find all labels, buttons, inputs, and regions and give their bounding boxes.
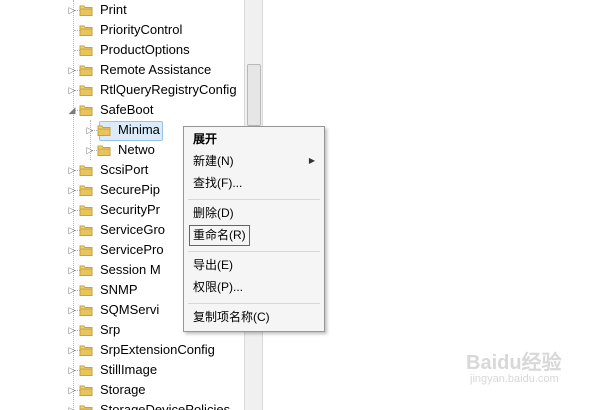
folder-icon — [79, 163, 93, 177]
scrollbar-thumb[interactable] — [247, 64, 261, 126]
expand-arrow-icon[interactable]: ▷ — [84, 140, 96, 160]
menu-item-copy-key-name-label: 复制项名称(C) — [193, 310, 270, 324]
tree-item-label: Netwo — [118, 142, 155, 157]
folder-icon — [79, 323, 93, 337]
menu-separator — [188, 251, 320, 252]
folder-icon — [79, 23, 93, 37]
menu-item-permissions-label: 权限(P)... — [193, 280, 243, 294]
tree-item[interactable]: ◢ SafeBoot — [0, 100, 244, 120]
folder-icon — [79, 63, 93, 77]
expand-arrow-icon[interactable]: ▷ — [66, 240, 78, 260]
tree-item[interactable]: ▷ Print — [0, 0, 244, 20]
menu-separator — [188, 199, 320, 200]
menu-item-copy-key-name[interactable]: 复制项名称(C) — [184, 306, 324, 328]
folder-icon — [79, 343, 93, 357]
tree-item-label: ServicePro — [100, 242, 164, 257]
folder-icon — [79, 303, 93, 317]
expand-arrow-icon[interactable]: ▷ — [66, 160, 78, 180]
tree-item-label: RtlQueryRegistryConfig — [100, 82, 237, 97]
expand-arrow-icon[interactable]: ▷ — [66, 300, 78, 320]
expand-arrow-icon[interactable]: ▷ — [66, 220, 78, 240]
folder-icon — [97, 123, 111, 137]
expand-arrow-icon[interactable]: ▷ — [66, 200, 78, 220]
tree-item-label: ProductOptions — [100, 42, 190, 57]
watermark-url: jingyan.baidu.com — [470, 373, 559, 385]
menu-separator — [188, 303, 320, 304]
menu-item-new-label: 新建(N) — [193, 154, 234, 168]
tree-item[interactable]: ▷ StorageDevicePolicies — [0, 400, 244, 410]
tree-item-label: SafeBoot — [100, 102, 154, 117]
tree-item-label: Storage — [100, 382, 146, 397]
expand-arrow-icon[interactable]: ▷ — [66, 400, 78, 410]
tree-item-label: SrpExtensionConfig — [100, 342, 215, 357]
tree-item-label: Remote Assistance — [100, 62, 212, 77]
folder-icon — [79, 383, 93, 397]
folder-icon — [79, 183, 93, 197]
tree-item-label: SNMP — [100, 282, 138, 297]
expand-arrow-icon[interactable]: ▷ — [66, 0, 78, 20]
tree-item[interactable]: ▷ StillImage — [0, 360, 244, 380]
folder-icon — [79, 43, 93, 57]
watermark-logo: Baidu经验 — [466, 352, 562, 374]
tree-item-label: Session M — [100, 262, 161, 277]
menu-item-find-label: 查找(F)... — [193, 176, 243, 190]
expand-arrow-icon[interactable]: ▷ — [66, 260, 78, 280]
folder-icon — [79, 403, 93, 410]
tree-item[interactable]: ▷ Storage — [0, 380, 244, 400]
folder-icon — [79, 363, 93, 377]
expand-arrow-icon[interactable]: ▷ — [66, 60, 78, 80]
expand-arrow-icon[interactable]: ▷ — [66, 360, 78, 380]
folder-icon — [79, 3, 93, 17]
collapse-arrow-icon[interactable]: ◢ — [66, 100, 78, 120]
expand-arrow-icon[interactable]: ▷ — [66, 340, 78, 360]
tree-item-label: PriorityControl — [100, 22, 183, 37]
folder-icon — [79, 203, 93, 217]
menu-item-export-label: 导出(E) — [193, 258, 233, 272]
menu-item-rename-label: 重命名(R) — [193, 228, 246, 242]
menu-item-delete-label: 删除(D) — [193, 206, 234, 220]
expand-arrow-icon[interactable]: ▷ — [66, 180, 78, 200]
folder-icon — [79, 283, 93, 297]
menu-item-rename[interactable]: 重命名(R) — [184, 224, 324, 246]
tree-item-label: SecurePip — [100, 182, 160, 197]
expand-arrow-icon[interactable]: ▷ — [66, 280, 78, 300]
tree-item-label: StillImage — [100, 362, 158, 377]
submenu-arrow-icon: ▶ — [308, 156, 315, 165]
menu-item-permissions[interactable]: 权限(P)... — [184, 276, 324, 298]
tree-item-label: Srp — [100, 322, 121, 337]
context-menu: 展开 新建(N) ▶ 查找(F)... 删除(D) 重命名(R) 导出(E) 权… — [183, 126, 325, 332]
tree-item[interactable]: ▷ RtlQueryRegistryConfig — [0, 80, 244, 100]
tree-item-label: ScsiPort — [100, 162, 149, 177]
menu-item-expand-label: 展开 — [193, 132, 218, 146]
tree-item-label: SQMServi — [100, 302, 160, 317]
tree-item[interactable]: ▷ SrpExtensionConfig — [0, 340, 244, 360]
menu-item-new[interactable]: 新建(N) ▶ — [184, 150, 324, 172]
menu-item-delete[interactable]: 删除(D) — [184, 202, 324, 224]
expand-arrow-icon[interactable]: ▷ — [66, 80, 78, 100]
tree-item-label: ServiceGro — [100, 222, 166, 237]
folder-icon — [97, 143, 111, 157]
folder-icon — [79, 243, 93, 257]
menu-item-expand[interactable]: 展开 — [184, 128, 324, 150]
folder-icon — [79, 103, 93, 117]
expand-arrow-icon[interactable]: ▷ — [66, 320, 78, 340]
tree-item[interactable]: ProductOptions — [0, 40, 244, 60]
expand-arrow-icon[interactable]: ▷ — [84, 120, 96, 140]
tree-item-label: Print — [100, 2, 127, 17]
folder-icon — [79, 223, 93, 237]
tree-item-label: StorageDevicePolicies — [100, 402, 231, 410]
folder-icon — [79, 83, 93, 97]
tree-item-label: Minima — [118, 122, 160, 137]
tree-item[interactable]: ▷ Remote Assistance — [0, 60, 244, 80]
folder-icon — [79, 263, 93, 277]
expand-arrow-icon[interactable]: ▷ — [66, 380, 78, 400]
menu-item-export[interactable]: 导出(E) — [184, 254, 324, 276]
tree-item[interactable]: PriorityControl — [0, 20, 244, 40]
tree-item-label: SecurityPr — [100, 202, 160, 217]
menu-item-find[interactable]: 查找(F)... — [184, 172, 324, 194]
